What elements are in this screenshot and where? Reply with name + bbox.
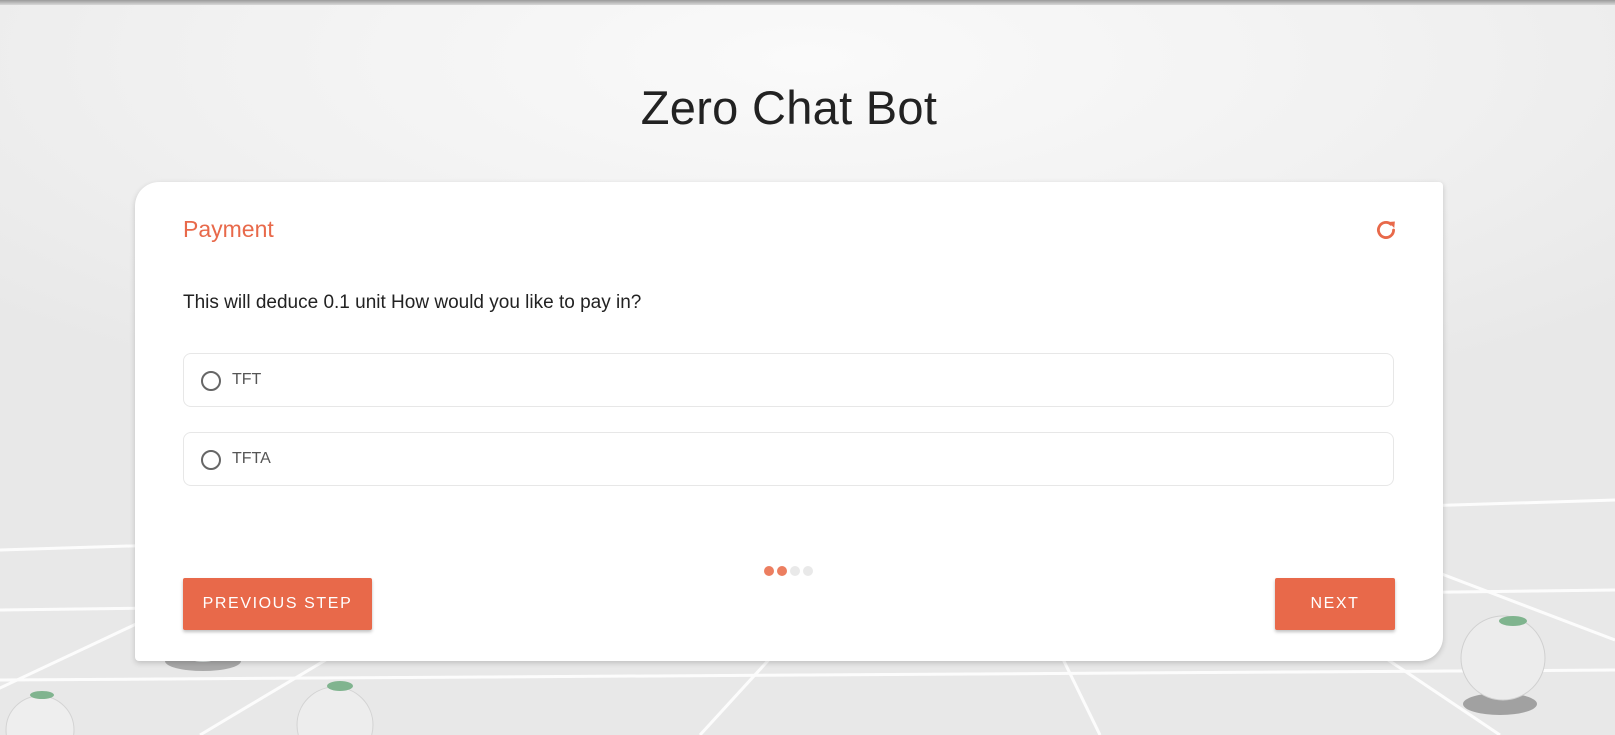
- next-button[interactable]: NEXT: [1275, 578, 1395, 630]
- radio-button[interactable]: [201, 450, 221, 470]
- option-label: TFT: [232, 371, 262, 388]
- step-indicator: [764, 566, 813, 576]
- option-tft[interactable]: TFT: [183, 353, 1394, 407]
- payment-card: Payment This will deduce 0.1 unit How wo…: [135, 182, 1443, 661]
- card-title: Payment: [183, 216, 274, 242]
- payment-question: This will deduce 0.1 unit How would you …: [183, 292, 642, 313]
- page-title: Zero Chat Bot: [640, 81, 938, 134]
- step-dot: [790, 566, 800, 576]
- step-dot: [777, 566, 787, 576]
- step-dot: [803, 566, 813, 576]
- top-bar: [0, 0, 1615, 5]
- option-label: TFTA: [232, 450, 271, 467]
- option-tfta[interactable]: TFTA: [183, 432, 1394, 486]
- radio-button[interactable]: [201, 371, 221, 391]
- step-dot: [764, 566, 774, 576]
- previous-step-button[interactable]: PREVIOUS STEP: [183, 578, 372, 630]
- refresh-icon[interactable]: [1373, 217, 1399, 243]
